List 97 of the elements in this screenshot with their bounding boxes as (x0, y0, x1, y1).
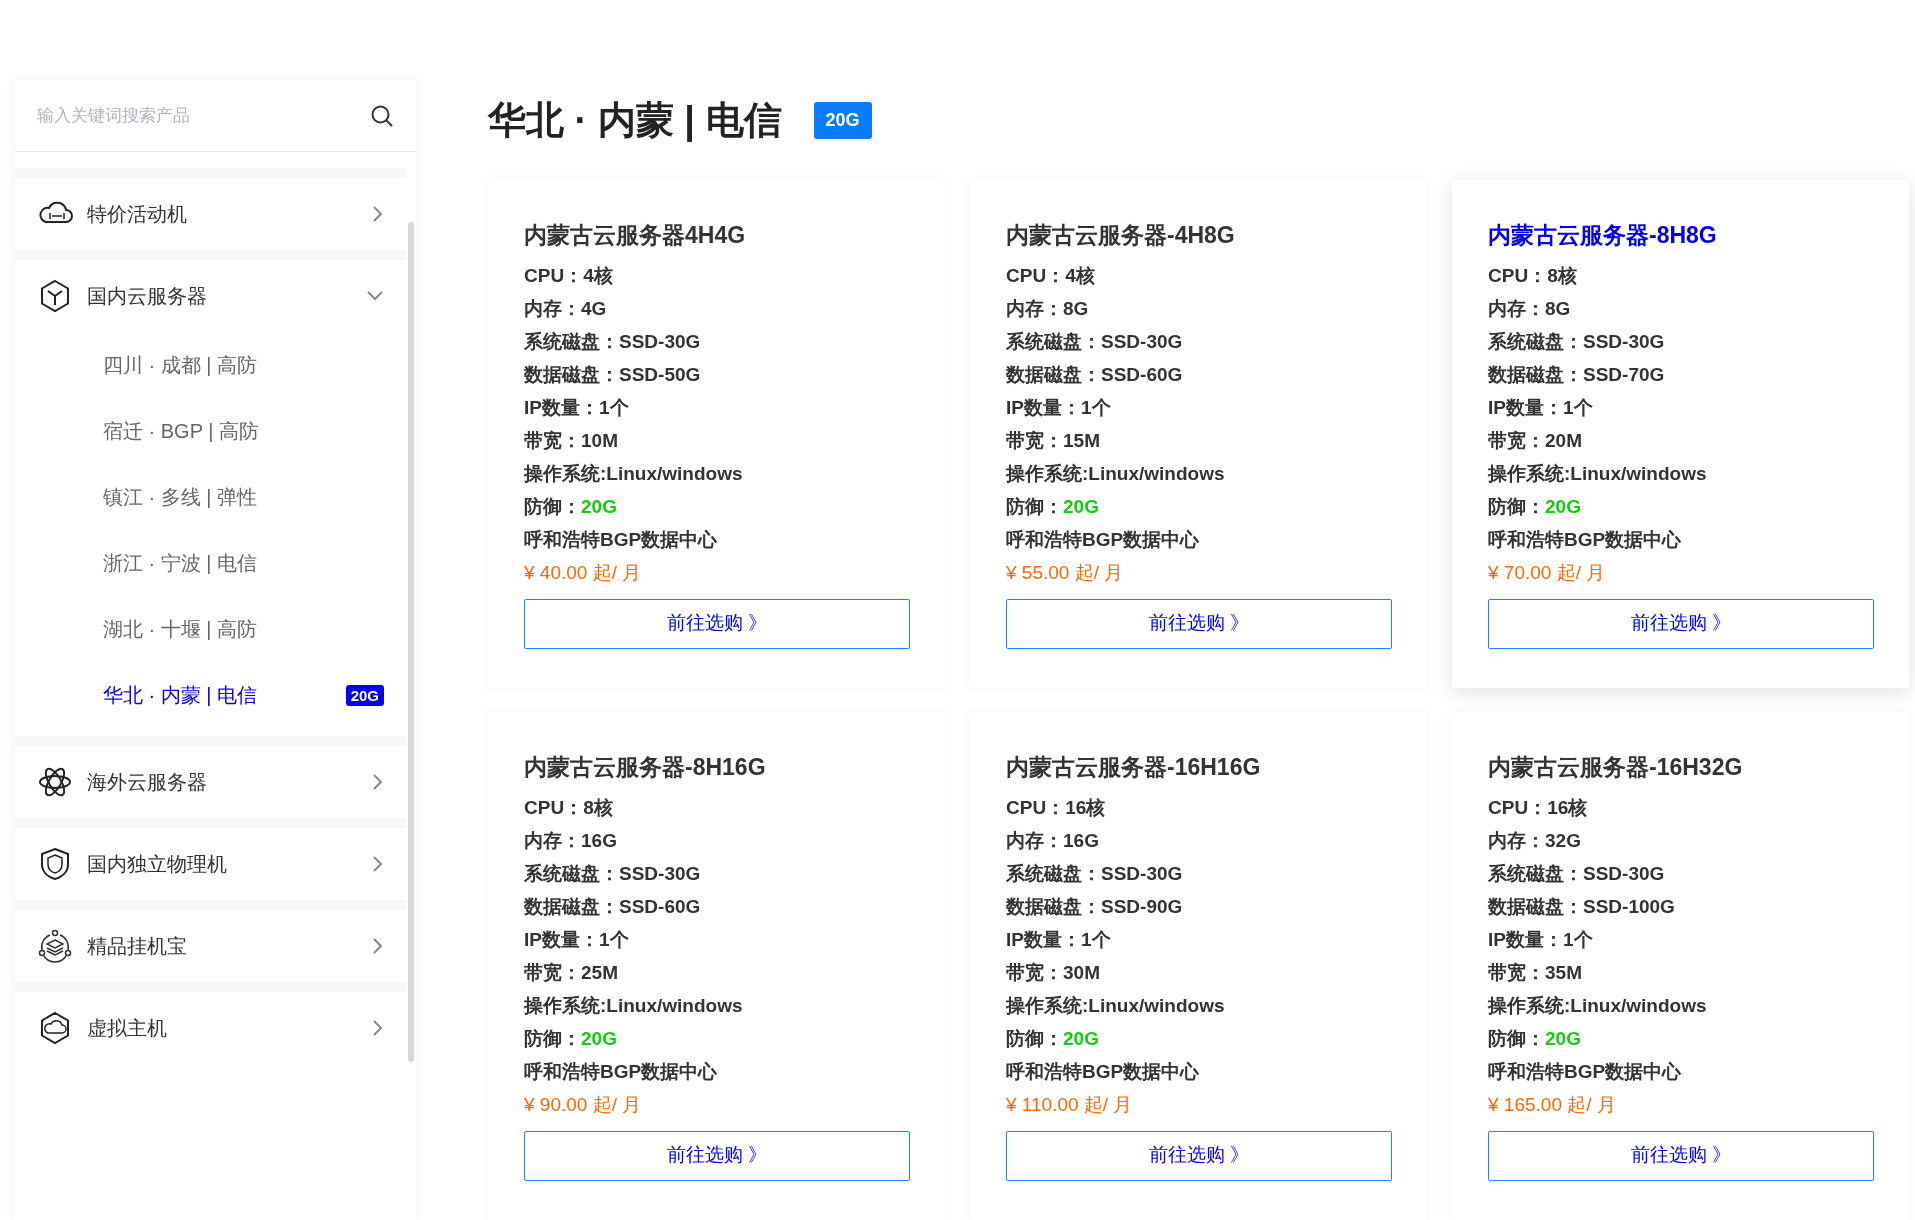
chevron-right-icon (372, 937, 384, 955)
search-icon (370, 103, 394, 128)
buy-button[interactable]: 前往选购 》 (1006, 598, 1392, 649)
submenu-item[interactable]: 宿迁 · BGP | 高防 (15, 398, 406, 464)
badge: 20G (813, 101, 872, 139)
spec-line: 数据磁盘：SSD-90G (1006, 894, 1184, 919)
spec-line: 数据磁盘：SSD-100G (1488, 894, 1676, 919)
spec-line: CPU：8核 (524, 795, 614, 820)
spec-line: 操作系统:Linux/windows (1488, 461, 1708, 486)
scrollbar[interactable] (408, 222, 414, 1062)
spec-line: 防御：20G (1006, 494, 1100, 519)
badge: 20G (345, 684, 384, 706)
price: ¥ 55.00 起/ 月 (1006, 560, 1125, 585)
submenu-item[interactable]: 镇江 · 多线 | 弹性 (15, 464, 406, 530)
product-name: 内蒙古云服务器-4H8G (1006, 221, 1236, 250)
spec-line: IP数量：1个 (1006, 927, 1112, 952)
spec-line: 操作系统:Linux/windows (1006, 993, 1226, 1018)
page-title: 华北 · 内蒙 | 电信 (488, 97, 782, 144)
menu-category[interactable]: 虚拟主机 (15, 992, 406, 1064)
submenu-item[interactable]: 湖北 · 十堰 | 高防 (15, 596, 406, 662)
spec-line: 呼和浩特BGP数据中心 (524, 1059, 719, 1084)
spec-line: 带宽：25M (524, 960, 619, 985)
spec-line: 呼和浩特BGP数据中心 (524, 527, 719, 552)
spec-line: 防御：20G (1488, 494, 1582, 519)
spec-line: CPU：4核 (1006, 263, 1096, 288)
chevron-right-icon (372, 855, 384, 873)
chevron-down-icon (366, 290, 384, 302)
submenu-item[interactable]: 华北 · 内蒙 | 电信 20G (15, 662, 406, 728)
buy-button[interactable]: 前往选购 》 (1488, 1130, 1874, 1181)
menu-category[interactable]: 精品挂机宝 (15, 910, 406, 982)
chevron-right-icon (372, 1019, 384, 1037)
chevron-right-icon (372, 205, 384, 223)
spec-line: IP数量：1个 (524, 927, 630, 952)
product-name: 内蒙古云服务器4H4G (524, 221, 747, 250)
spec-line: 防御：20G (524, 494, 618, 519)
buy-button[interactable]: 前往选购 》 (1488, 598, 1874, 649)
buy-button[interactable]: 前往选购 》 (1006, 1130, 1392, 1181)
spec-line: 带宽：35M (1488, 960, 1583, 985)
price: ¥ 40.00 起/ 月 (524, 560, 643, 585)
spec-line: 防御：20G (1488, 1026, 1582, 1051)
spec-line: 呼和浩特BGP数据中心 (1006, 1059, 1201, 1084)
spec-line: 系统磁盘：SSD-30G (524, 329, 702, 354)
menu-category[interactable]: 特价活动机 (15, 178, 406, 250)
buy-button[interactable]: 前往选购 》 (524, 1130, 910, 1181)
price: ¥ 165.00 起/ 月 (1488, 1092, 1617, 1117)
menu-category[interactable]: 国内云服务器 (15, 260, 406, 332)
spec-line: 内存：16G (1006, 828, 1100, 853)
submenu-item[interactable]: 浙江 · 宁波 | 电信 (15, 530, 406, 596)
spec-line: 系统磁盘：SSD-30G (524, 861, 702, 886)
spec-line: 数据磁盘：SSD-70G (1488, 362, 1666, 387)
spec-line: 带宽：10M (524, 428, 619, 453)
chevron-right-icon (372, 773, 384, 791)
spec-line: 内存：8G (1006, 296, 1090, 321)
spec-line: 系统磁盘：SSD-30G (1488, 329, 1666, 354)
spec-line: IP数量：1个 (524, 395, 630, 420)
spec-line: 内存：16G (524, 828, 618, 853)
spec-line: IP数量：1个 (1488, 395, 1594, 420)
spec-line: 带宽：20M (1488, 428, 1583, 453)
spec-line: IP数量：1个 (1006, 395, 1112, 420)
spec-line: CPU：16核 (1006, 795, 1107, 820)
spec-line: 呼和浩特BGP数据中心 (1488, 1059, 1683, 1084)
spec-line: 系统磁盘：SSD-30G (1006, 861, 1184, 886)
menu-category[interactable]: 国内独立物理机 (15, 828, 406, 900)
price: ¥ 90.00 起/ 月 (524, 1092, 643, 1117)
submenu-item[interactable]: 四川 · 成都 | 高防 (15, 332, 406, 398)
spec-line: CPU：8核 (1488, 263, 1578, 288)
spec-line: 操作系统:Linux/windows (524, 461, 744, 486)
product-name: 内蒙古云服务器-16H32G (1488, 753, 1744, 782)
search-field[interactable]: 输入关键词搜索产品 (37, 102, 370, 129)
spec-line: 系统磁盘：SSD-30G (1006, 329, 1184, 354)
menu-category[interactable]: 海外云服务器 (15, 746, 406, 818)
spec-line: CPU：16核 (1488, 795, 1589, 820)
spec-line: 内存：4G (524, 296, 608, 321)
spec-line: 数据磁盘：SSD-60G (524, 894, 702, 919)
price: ¥ 110.00 起/ 月 (1006, 1092, 1134, 1117)
spec-line: 内存：32G (1488, 828, 1582, 853)
spec-line: 带宽：15M (1006, 428, 1101, 453)
spec-line: 防御：20G (524, 1026, 618, 1051)
spec-line: 带宽：30M (1006, 960, 1101, 985)
spec-line: 操作系统:Linux/windows (524, 993, 744, 1018)
product-name: 内蒙古云服务器-8H8G (1488, 221, 1718, 250)
product-name: 内蒙古云服务器-16H16G (1006, 753, 1262, 782)
spec-line: 防御：20G (1006, 1026, 1100, 1051)
layers-icon (37, 928, 73, 964)
product-name: 内蒙古云服务器-8H16G (524, 753, 767, 782)
spec-line: 操作系统:Linux/windows (1006, 461, 1226, 486)
spec-line: 呼和浩特BGP数据中心 (1006, 527, 1201, 552)
price: ¥ 70.00 起/ 月 (1488, 560, 1607, 585)
spec-line: 内存：8G (1488, 296, 1572, 321)
spec-line: IP数量：1个 (1488, 927, 1594, 952)
spec-line: 数据磁盘：SSD-50G (524, 362, 702, 387)
spec-line: 数据磁盘：SSD-60G (1006, 362, 1184, 387)
spec-line: 系统磁盘：SSD-30G (1488, 861, 1666, 886)
buy-button[interactable]: 前往选购 》 (524, 598, 910, 649)
spec-line: CPU：4核 (524, 263, 614, 288)
spec-line: 呼和浩特BGP数据中心 (1488, 527, 1683, 552)
spec-line: 操作系统:Linux/windows (1488, 993, 1708, 1018)
